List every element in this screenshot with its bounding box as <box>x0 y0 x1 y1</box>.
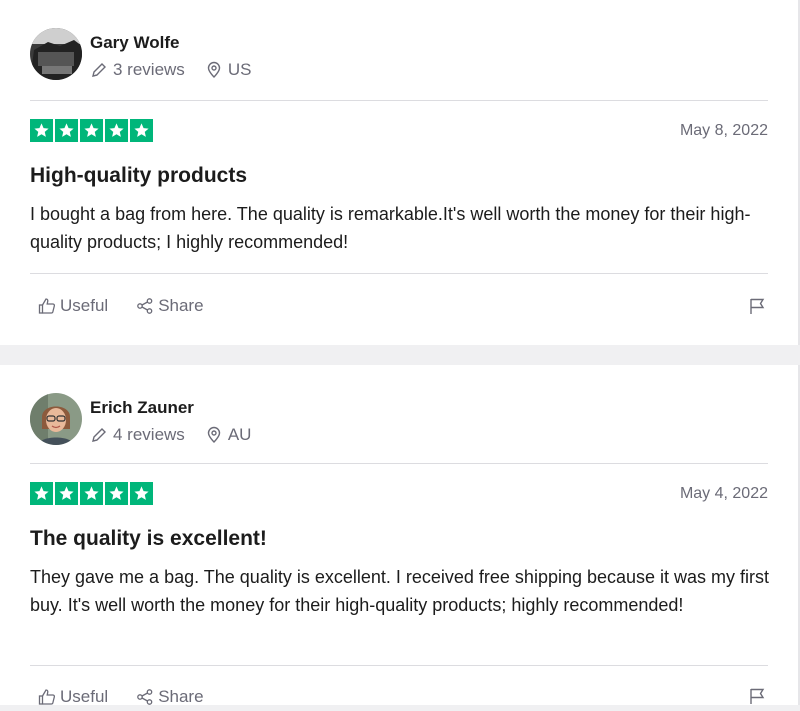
location-pin-icon <box>205 426 223 444</box>
reviewer-meta: 4 reviews AU <box>90 425 251 445</box>
review-title[interactable]: High-quality products <box>30 164 247 188</box>
reviewer-country: US <box>227 60 252 79</box>
reviewer-name[interactable]: Erich Zauner <box>90 398 194 418</box>
star-icon <box>80 482 103 505</box>
share-button[interactable]: Share <box>136 296 204 316</box>
star-rating <box>30 119 153 142</box>
star-icon <box>55 119 78 142</box>
star-icon <box>80 119 103 142</box>
useful-label: Useful <box>60 687 109 706</box>
review-body: They gave me a bag. The quality is excel… <box>30 567 770 615</box>
reviews-count: 4 reviews <box>113 425 185 444</box>
review-title[interactable]: The quality is excellent! <box>30 527 267 551</box>
flag-icon[interactable] <box>748 297 766 315</box>
share-label: Share <box>158 687 204 706</box>
flag-icon[interactable] <box>748 687 766 705</box>
useful-button[interactable]: Useful <box>38 687 108 707</box>
star-icon <box>105 482 128 505</box>
star-icon <box>130 119 153 142</box>
divider <box>30 100 768 101</box>
pencil-icon <box>90 61 108 79</box>
avatar[interactable] <box>30 393 82 445</box>
share-icon <box>136 297 154 315</box>
reviewer-name[interactable]: Gary Wolfe <box>90 33 179 53</box>
share-button[interactable]: Share <box>136 687 204 707</box>
star-rating <box>30 482 153 505</box>
share-label: Share <box>158 296 204 315</box>
review-actions: Useful Share <box>38 687 204 707</box>
star-icon <box>55 482 78 505</box>
divider <box>30 273 768 274</box>
star-icon <box>105 119 128 142</box>
review-actions: Useful Share <box>38 296 204 316</box>
star-icon <box>30 119 53 142</box>
review-body: I bought a bag from here. The quality is… <box>30 204 751 252</box>
location-pin-icon <box>205 61 223 79</box>
useful-button[interactable]: Useful <box>38 296 108 316</box>
pencil-icon <box>90 426 108 444</box>
share-icon <box>136 688 154 706</box>
star-icon <box>30 482 53 505</box>
avatar[interactable] <box>30 28 82 80</box>
reviewer-country: AU <box>227 425 252 444</box>
review-date: May 8, 2022 <box>679 122 768 139</box>
review-date: May 4, 2022 <box>679 485 768 502</box>
reviewer-meta: 3 reviews US <box>90 60 251 80</box>
review-card: Gary Wolfe 3 reviews US May 8, 2022 High… <box>0 0 800 345</box>
review-card: Erich Zauner 4 reviews AU May 4, 2022 Th… <box>0 365 800 707</box>
reviews-count: 3 reviews <box>113 60 185 79</box>
divider <box>30 665 768 666</box>
divider <box>30 463 768 464</box>
thumbs-up-icon <box>38 297 56 315</box>
star-icon <box>130 482 153 505</box>
useful-label: Useful <box>60 296 109 315</box>
thumbs-up-icon <box>38 688 56 706</box>
